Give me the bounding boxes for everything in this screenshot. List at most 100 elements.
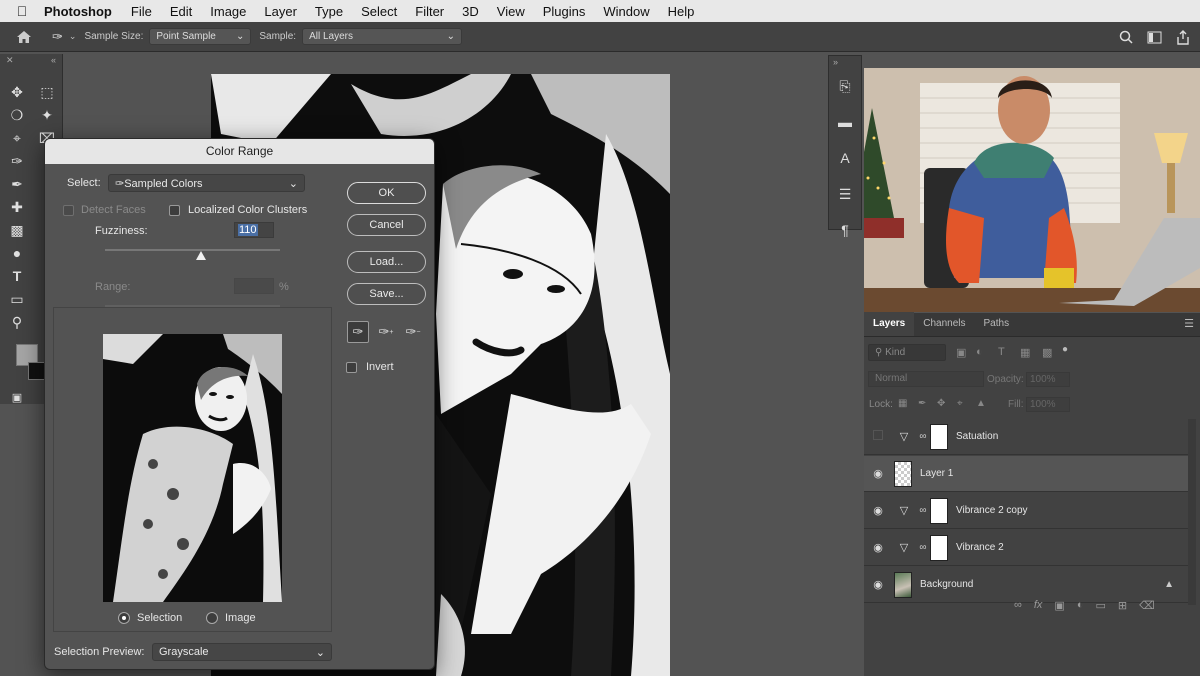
new-group-icon[interactable]: ▭: [1095, 599, 1105, 612]
menu-file[interactable]: File: [122, 4, 161, 19]
ok-button[interactable]: OK: [347, 182, 426, 204]
eyedropper-icon[interactable]: ✑: [7, 151, 27, 171]
search-icon[interactable]: [1119, 30, 1133, 44]
collapse-icon[interactable]: «: [51, 54, 56, 66]
blend-mode-select[interactable]: Normal: [868, 371, 984, 387]
lock-position-icon[interactable]: ✥: [937, 398, 945, 409]
menu-app-name[interactable]: Photoshop: [44, 4, 122, 19]
menu-window[interactable]: Window: [594, 4, 658, 19]
fuzziness-slider-track[interactable]: [105, 249, 280, 251]
eyedropper-sample-icon[interactable]: ✑: [347, 321, 369, 343]
lasso-tool-icon[interactable]: ❍: [7, 105, 27, 125]
properties-icon[interactable]: ☰: [829, 176, 861, 212]
selection-preview-select[interactable]: Grayscale ⌄: [152, 643, 332, 661]
move-tool-icon[interactable]: ✥: [7, 82, 27, 102]
range-input[interactable]: [234, 278, 274, 294]
histogram-icon[interactable]: ▬: [829, 104, 861, 140]
layer-thumbnail[interactable]: [894, 460, 912, 487]
eye-icon[interactable]: ◉: [864, 504, 892, 517]
menu-filter[interactable]: Filter: [406, 4, 453, 19]
new-adjustment-icon[interactable]: ◐: [1077, 599, 1084, 612]
menu-layer[interactable]: Layer: [255, 4, 306, 19]
new-layer-icon[interactable]: ⊞: [1118, 599, 1127, 612]
filter-toggle-icon[interactable]: ●: [1062, 344, 1068, 355]
eyedropper-subtract-icon[interactable]: ✑ −: [402, 321, 424, 343]
kind-filter-select[interactable]: ⚲ Kind: [868, 344, 946, 361]
menu-edit[interactable]: Edit: [161, 4, 201, 19]
fill-field[interactable]: 100%: [1026, 397, 1070, 412]
menu-3d[interactable]: 3D: [453, 4, 488, 19]
layer-mask-thumbnail[interactable]: [930, 497, 948, 524]
selection-radio[interactable]: [118, 612, 130, 624]
pixel-filter-icon[interactable]: ▣: [956, 346, 966, 359]
marquee-tool-icon[interactable]: ⬚: [37, 82, 57, 102]
load-button[interactable]: Load...: [347, 251, 426, 273]
link-layers-icon[interactable]: ∞: [1014, 599, 1022, 612]
image-radio[interactable]: [206, 612, 218, 624]
save-button[interactable]: Save...: [347, 283, 426, 305]
fuzziness-slider-thumb[interactable]: [196, 251, 207, 260]
crop-tool-icon[interactable]: ⌖: [7, 128, 27, 148]
fuzziness-input[interactable]: 110: [234, 222, 274, 238]
layer-mask-thumbnail[interactable]: [930, 534, 948, 561]
smart-object-filter-icon[interactable]: ▩: [1042, 346, 1052, 359]
selection-preview-thumbnail[interactable]: [103, 334, 282, 602]
brush-tool-icon[interactable]: ✒: [7, 174, 27, 194]
chain-link-icon[interactable]: ∞: [916, 542, 930, 553]
home-icon[interactable]: [0, 30, 48, 44]
magic-wand-icon[interactable]: ✦: [37, 105, 57, 125]
layer-row[interactable]: ◉ Background ▲: [864, 567, 1188, 603]
tab-paths[interactable]: Paths: [975, 312, 1019, 336]
trash-icon[interactable]: ⌫: [1139, 599, 1155, 612]
layer-thumbnail[interactable]: [894, 571, 912, 598]
layer-row[interactable]: ▽ ∞ Satuation: [864, 419, 1188, 455]
chain-link-icon[interactable]: ∞: [916, 505, 930, 516]
zoom-tool-icon[interactable]: ⚲: [7, 312, 27, 332]
close-icon[interactable]: ✕: [6, 54, 14, 66]
eyedropper-tool-icon[interactable]: ✑: [52, 29, 63, 45]
lock-image-icon[interactable]: ✒: [918, 398, 926, 409]
tool-preset-chevron-icon[interactable]: ⌄: [69, 31, 77, 42]
menu-image[interactable]: Image: [201, 4, 255, 19]
tab-channels[interactable]: Channels: [914, 312, 974, 336]
visibility-off-box[interactable]: [864, 430, 892, 443]
opacity-field[interactable]: 100%: [1026, 372, 1070, 387]
shape-filter-icon[interactable]: ▦: [1020, 346, 1030, 359]
workspace-icon[interactable]: [1147, 31, 1162, 44]
lock-artboard-icon[interactable]: ⌖: [957, 398, 963, 409]
character-icon[interactable]: A: [829, 140, 861, 176]
dodge-tool-icon[interactable]: ●: [7, 243, 27, 263]
gradient-tool-icon[interactable]: ▩: [7, 220, 27, 240]
menu-view[interactable]: View: [488, 4, 534, 19]
sample-size-select[interactable]: Point Sample ⌄: [149, 28, 252, 45]
menu-select[interactable]: Select: [352, 4, 406, 19]
tab-layers[interactable]: Layers: [864, 312, 915, 336]
type-filter-icon[interactable]: T: [998, 346, 1005, 358]
detect-faces-checkbox[interactable]: [63, 205, 74, 216]
quick-mask-icon[interactable]: ▣: [7, 387, 27, 407]
select-dropdown[interactable]: ✑Sampled Colors ⌄: [108, 174, 305, 192]
menu-type[interactable]: Type: [306, 4, 352, 19]
apple-icon[interactable]: : [0, 3, 44, 19]
eye-icon[interactable]: ◉: [864, 541, 892, 554]
lock-pixels-icon[interactable]: ▦: [898, 398, 907, 409]
layer-mask-thumbnail[interactable]: [930, 423, 948, 450]
layer-row[interactable]: ◉ ▽ ∞ Vibrance 2: [864, 530, 1188, 566]
localized-clusters-checkbox[interactable]: [169, 205, 180, 216]
type-tool-icon[interactable]: T: [7, 266, 27, 286]
share-icon[interactable]: [1176, 29, 1190, 45]
invert-checkbox[interactable]: [346, 362, 357, 373]
history-icon[interactable]: ⎘: [829, 68, 861, 104]
eye-icon[interactable]: ◉: [864, 467, 892, 480]
layer-row-selected[interactable]: ◉ Layer 1: [864, 456, 1188, 492]
healing-tool-icon[interactable]: ✚: [7, 197, 27, 217]
menu-help[interactable]: Help: [659, 4, 704, 19]
sample-select[interactable]: All Layers ⌄: [302, 28, 463, 45]
panel-menu-icon[interactable]: ☰: [1184, 312, 1194, 336]
collapse-icon[interactable]: »: [829, 56, 861, 68]
add-mask-icon[interactable]: ▣: [1054, 599, 1064, 612]
layer-row[interactable]: ◉ ▽ ∞ Vibrance 2 copy: [864, 493, 1188, 529]
cancel-button[interactable]: Cancel: [347, 214, 426, 236]
eyedropper-add-icon[interactable]: ✑ +: [375, 321, 397, 343]
shape-tool-icon[interactable]: ▭: [7, 289, 27, 309]
